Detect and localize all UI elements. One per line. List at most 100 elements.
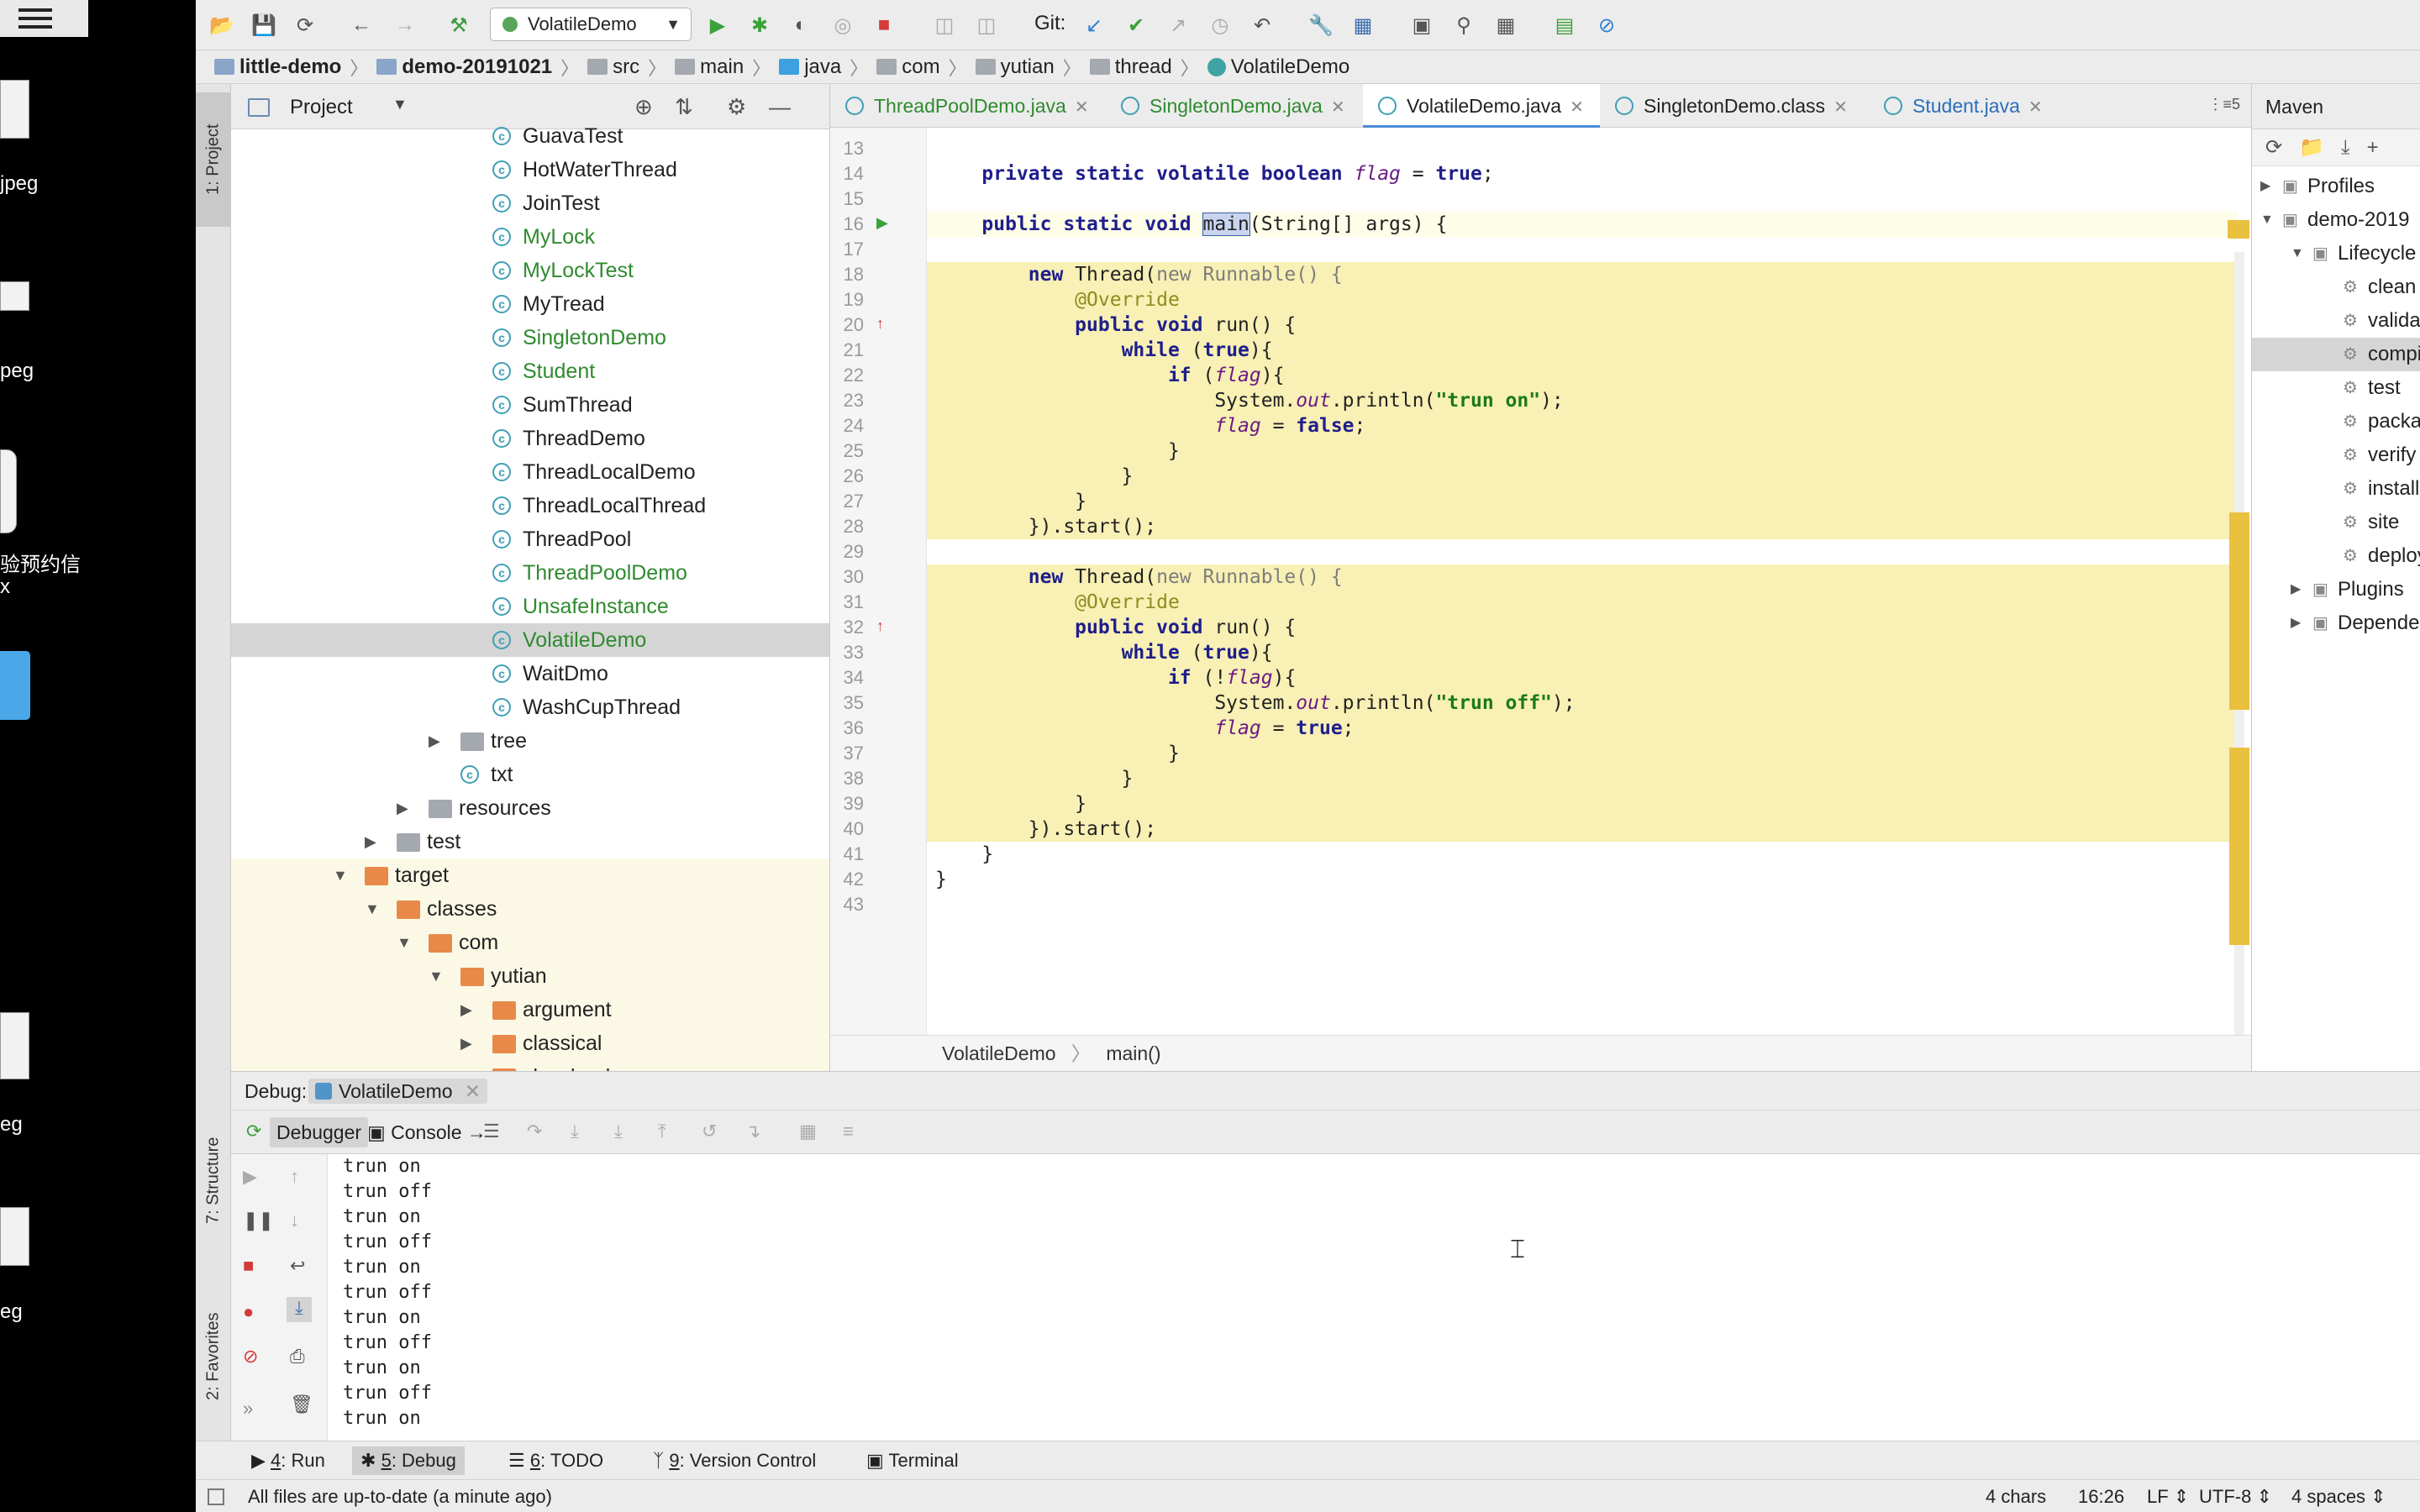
code-line[interactable]: } [927, 867, 2238, 892]
sync-icon[interactable]: ⟳ [291, 11, 319, 39]
close-icon[interactable]: ✕ [2028, 98, 2043, 117]
line-separator[interactable]: LF ⇕ [2147, 1480, 2189, 1512]
settings-wrench-icon[interactable]: 🔧 [1307, 11, 1335, 39]
tree-item[interactable]: c MyLock [231, 220, 829, 254]
project-view-select[interactable]: Project [290, 96, 353, 119]
maven-tree-item[interactable]: ▶ ▣ Plugins [2252, 573, 2420, 606]
drop-frame-icon[interactable]: ↺ [702, 1121, 717, 1142]
threads-icon[interactable]: ☰ [483, 1121, 500, 1142]
override-gutter-icon[interactable]: ↑ [876, 315, 884, 333]
chevron-down-icon[interactable]: ▼ [2260, 203, 2274, 237]
tree-item[interactable]: c JoinTest [231, 186, 829, 220]
tree-item[interactable]: ▶ test [231, 825, 829, 858]
tree-item[interactable]: ▶ resources [231, 791, 829, 825]
tree-item[interactable]: c ThreadDemo [231, 422, 829, 455]
code-line[interactable]: } [927, 464, 2238, 489]
desktop-file-thumbnail[interactable] [0, 281, 29, 311]
file-encoding[interactable]: UTF-8 ⇕ [2199, 1480, 2272, 1512]
desktop-file-label[interactable]: 验预约信 [0, 548, 81, 577]
tree-item[interactable]: c WashCupThread [231, 690, 829, 724]
maven-tree-item[interactable]: ⚙ package [2252, 405, 2420, 438]
refresh-icon[interactable]: ⟳ [2265, 136, 2282, 159]
indent-setting[interactable]: 4 spaces ⇕ [2291, 1480, 2386, 1512]
step-into-icon[interactable]: ⤓ [571, 1121, 579, 1142]
close-icon[interactable]: ✕ [1570, 98, 1584, 117]
soft-wrap-icon[interactable]: ↩ [290, 1255, 305, 1277]
desktop-file-thumbnail[interactable] [0, 449, 17, 533]
close-icon[interactable]: ✕ [465, 1080, 481, 1102]
tree-item[interactable]: ▼ yutian [231, 959, 829, 993]
maven-tree-item[interactable]: ⚙ compile [2252, 338, 2420, 371]
tree-item[interactable]: c MyTread [231, 287, 829, 321]
breadcrumb-item[interactable]: thread 〉 [1089, 54, 1199, 81]
tab-singletondemo-class[interactable]: SingletonDemo.class ✕ [1600, 84, 1869, 128]
code-line[interactable]: } [927, 766, 2238, 791]
desktop-file-label[interactable]: eg [0, 1113, 23, 1137]
run-configuration-select[interactable]: VolatileDemo ▼ [490, 8, 692, 41]
deploy-icon[interactable]: ◫ [972, 11, 1001, 39]
chevron-right-icon[interactable]: ▶ [460, 1026, 472, 1060]
translate-icon[interactable]: ▦ [1491, 11, 1520, 39]
gear-icon[interactable]: ⚙ [727, 94, 746, 120]
code-line[interactable]: @Override [927, 590, 2238, 615]
chevron-down-icon[interactable]: ▼ [365, 892, 380, 926]
chevron-down-icon[interactable]: ▼ [397, 926, 412, 959]
breadcrumb-item[interactable]: VolatileDemo [1207, 55, 1349, 79]
evaluate-icon[interactable]: ▦ [799, 1121, 817, 1142]
git-update-icon[interactable]: ↙ [1080, 11, 1108, 39]
desktop-folder-icon[interactable] [0, 651, 30, 720]
run-to-cursor-icon[interactable]: ↴ [745, 1121, 760, 1142]
tree-item[interactable]: c GuavaTest [231, 119, 829, 153]
status-message[interactable]: All files are up-to-date (a minute ago) [248, 1480, 552, 1512]
chevron-right-icon[interactable]: ▶ [365, 825, 376, 858]
tab-threadpooldemo[interactable]: ThreadPoolDemo.java ✕ [830, 84, 1106, 128]
tree-item[interactable]: c ThreadLocalThread [231, 489, 829, 522]
attach-icon[interactable]: ◫ [930, 11, 959, 39]
tab-version-control[interactable]: ᛉ 9: Version Control [644, 1446, 824, 1475]
tree-item[interactable]: c ThreadPoolDemo [231, 556, 829, 590]
build-icon[interactable]: ⚒ [445, 11, 473, 39]
tree-item[interactable]: c WaitDmo [231, 657, 829, 690]
tab-console[interactable]: ▣ Console → [360, 1117, 493, 1147]
tab-overflow-button[interactable]: ⋮≡5 [2207, 96, 2240, 113]
chevron-down-icon[interactable]: ▼ [429, 959, 444, 993]
code-line[interactable]: while (true){ [927, 338, 2238, 363]
tree-item[interactable]: c VolatileDemo [231, 623, 829, 657]
tree-item[interactable]: c txt [231, 758, 829, 791]
code-line[interactable]: } [927, 741, 2238, 766]
tab-terminal[interactable]: ▣ Terminal [858, 1446, 967, 1475]
add-icon[interactable]: + [2367, 136, 2379, 159]
minimize-icon[interactable]: — [769, 94, 791, 120]
chevron-down-icon[interactable]: ▼ [392, 96, 408, 113]
close-icon[interactable]: ✕ [1833, 98, 1848, 117]
no-power-save-icon[interactable]: ⊘ [1592, 11, 1621, 39]
code-line[interactable] [927, 539, 2238, 564]
tab-project[interactable]: 1: Project [196, 92, 231, 227]
caret-position[interactable]: 16:26 [2078, 1480, 2124, 1512]
download-icon[interactable]: ⤓ [2341, 136, 2350, 159]
tree-item[interactable]: c HotWaterThread [231, 153, 829, 186]
code-line[interactable]: } [927, 489, 2238, 514]
tree-item[interactable]: ▶ argument [231, 993, 829, 1026]
maven-tree-item[interactable]: ⚙ test [2252, 371, 2420, 405]
chevron-right-icon[interactable]: ▶ [2291, 606, 2301, 640]
close-icon[interactable]: ✕ [1075, 98, 1089, 117]
tree-item[interactable]: ▶ classical [231, 1026, 829, 1060]
tree-item[interactable]: c SingletonDemo [231, 321, 829, 354]
desktop-file-thumbnail[interactable] [0, 80, 29, 139]
console-output[interactable]: trun on trun off trun on trun off trun on tru… [328, 1154, 2420, 1441]
tab-volatiledemo[interactable]: VolatileDemo.java ✕ [1363, 84, 1600, 128]
chevron-right-icon[interactable]: ▶ [429, 724, 440, 758]
breadcrumb-item[interactable]: com 〉 [876, 54, 967, 81]
terminal-window-icon[interactable]: ▣ [1407, 11, 1436, 39]
menu-icon[interactable] [0, 0, 88, 37]
code-line[interactable]: if (flag){ [927, 363, 2238, 388]
statistic-icon[interactable]: ▤ [1550, 11, 1579, 39]
stop-icon[interactable]: ■ [243, 1255, 254, 1277]
save-icon[interactable]: 💾 [250, 11, 278, 39]
tree-item[interactable]: ▼ target [231, 858, 829, 892]
force-step-into-icon[interactable]: ⤓ [614, 1121, 623, 1142]
desktop-file-thumbnail[interactable] [0, 1012, 29, 1079]
editor-breadcrumb-method[interactable]: main() [1106, 1042, 1160, 1064]
code-line[interactable]: flag = true; [927, 716, 2238, 741]
